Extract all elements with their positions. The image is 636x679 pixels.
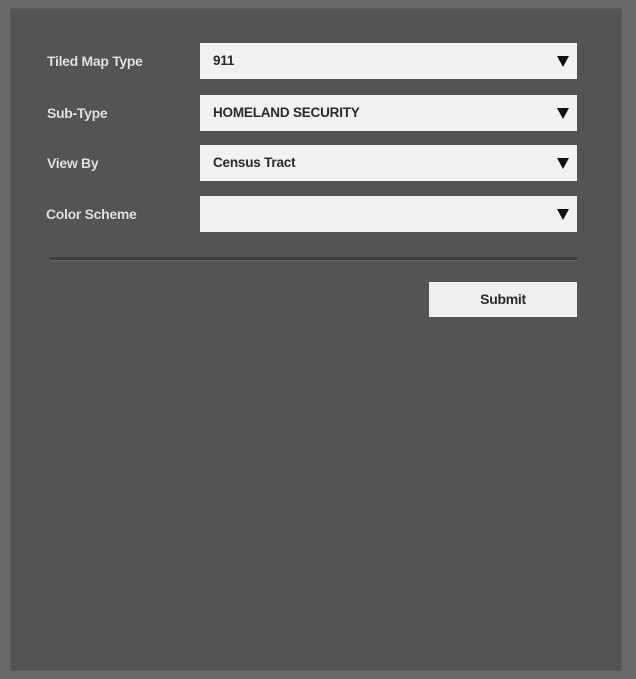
- map-settings-panel: Tiled Map Type 911 Sub-Type HOMELAND SEC…: [10, 8, 622, 671]
- sub-type-row: Sub-Type HOMELAND SECURITY: [10, 95, 622, 131]
- color-scheme-select[interactable]: [200, 196, 577, 232]
- color-scheme-row: Color Scheme: [10, 196, 622, 232]
- tiled-map-type-value: 911: [213, 53, 235, 68]
- chevron-down-icon: [557, 209, 569, 220]
- tiled-map-type-label: Tiled Map Type: [47, 53, 143, 69]
- view-by-select[interactable]: Census Tract: [200, 145, 577, 181]
- tiled-map-type-row: Tiled Map Type 911: [10, 43, 622, 79]
- color-scheme-label: Color Scheme: [46, 206, 137, 222]
- view-by-row: View By Census Tract: [10, 145, 622, 181]
- tiled-map-type-select[interactable]: 911: [200, 43, 577, 79]
- view-by-value: Census Tract: [213, 155, 296, 170]
- view-by-label: View By: [47, 155, 99, 171]
- sub-type-select[interactable]: HOMELAND SECURITY: [200, 95, 577, 131]
- sub-type-value: HOMELAND SECURITY: [213, 105, 360, 120]
- sub-type-label: Sub-Type: [47, 105, 108, 121]
- chevron-down-icon: [557, 108, 569, 119]
- chevron-down-icon: [557, 158, 569, 169]
- form-divider: [50, 257, 578, 261]
- chevron-down-icon: [557, 56, 569, 67]
- submit-button[interactable]: Submit: [429, 282, 577, 317]
